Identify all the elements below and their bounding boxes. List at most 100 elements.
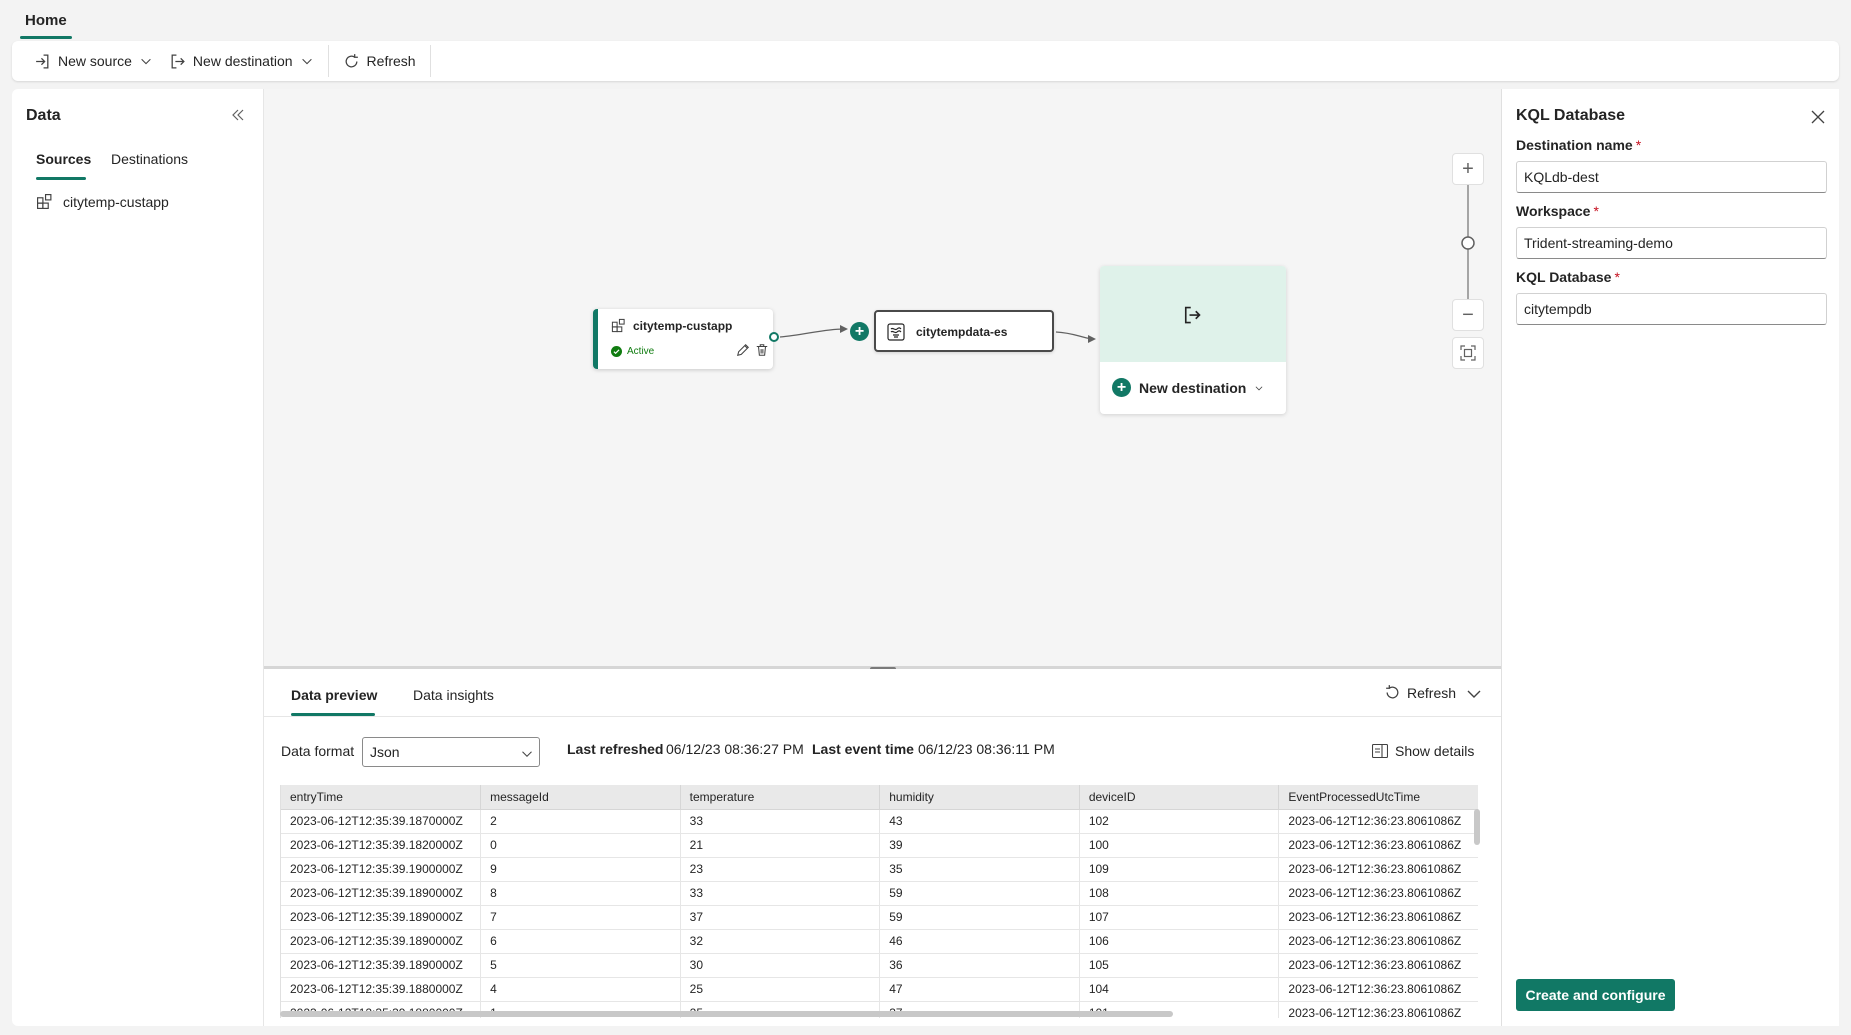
workspace-input[interactable]	[1516, 227, 1827, 259]
divider	[264, 716, 1501, 717]
table-cell: 104	[1079, 977, 1280, 1002]
table-row[interactable]: 2023-06-12T12:35:39.1890000Z 6 32 46 106 2023…	[281, 929, 1478, 954]
delete-icon[interactable]	[755, 342, 769, 358]
chevron-down-icon[interactable]	[1466, 686, 1482, 702]
column-header[interactable]: entryTime	[281, 785, 482, 810]
source-node-status: Active	[627, 346, 655, 357]
tab-sources[interactable]: Sources	[36, 151, 91, 167]
column-header[interactable]: messageId	[480, 785, 681, 810]
table-cell: 2023-06-12T12:35:39.1890000Z	[281, 881, 482, 906]
refresh-icon	[1386, 685, 1399, 699]
table-row[interactable]: 2023-06-12T12:35:39.1870000Z 2 33 43 102 2023…	[281, 809, 1478, 834]
last-refreshed-value: 06/12/23 08:36:27 PM	[666, 741, 804, 757]
new-destination-button[interactable]: New destination	[161, 41, 322, 81]
source-output-port[interactable]	[769, 332, 779, 342]
table-cell: 2023-06-12T12:36:23.8061086Z	[1278, 905, 1478, 930]
table-cell: 2023-06-12T12:36:23.8061086Z	[1278, 809, 1478, 834]
table-cell: 5	[480, 953, 681, 978]
table-cell: 102	[1079, 809, 1280, 834]
zoom-in-button[interactable]: +	[1452, 153, 1484, 185]
table-cell: 6	[480, 929, 681, 954]
table-row[interactable]: 2023-06-12T12:35:39.1880000Z 4 25 47 104 2023…	[281, 977, 1478, 1002]
last-event-value: 06/12/23 08:36:11 PM	[918, 741, 1055, 757]
table-cell: 2023-06-12T12:35:39.1890000Z	[281, 905, 482, 930]
tab-data-insights[interactable]: Data insights	[413, 687, 494, 703]
kql-database-input[interactable]	[1516, 293, 1827, 325]
table-cell: 37	[680, 905, 881, 930]
sign-in-icon	[36, 53, 49, 69]
show-details-button[interactable]: Show details	[1372, 743, 1474, 759]
eventstream-node[interactable]: citytempdata-es	[874, 310, 1054, 352]
new-destination-dropdown[interactable]: + New destination	[1112, 378, 1264, 397]
table-cell: 8	[480, 881, 681, 906]
table-cell: 59	[879, 905, 1080, 930]
table-cell: 33	[680, 809, 881, 834]
tab-home-indicator	[20, 36, 72, 39]
table-cell: 47	[879, 977, 1080, 1002]
new-source-button[interactable]: New source	[26, 41, 161, 81]
create-and-configure-button[interactable]: Create and configure	[1516, 979, 1675, 1011]
source-item-label: citytemp-custapp	[63, 193, 169, 210]
table-row[interactable]: 2023-06-12T12:35:39.1890000Z 5 30 36 105 2023…	[281, 953, 1478, 978]
source-node[interactable]: citytemp-custapp Active	[593, 309, 773, 369]
table-cell: 36	[879, 953, 1080, 978]
column-header[interactable]: deviceID	[1079, 785, 1280, 810]
workspace-label: Workspace *	[1516, 203, 1599, 219]
table-row[interactable]: 2023-06-12T12:35:39.1890000Z 8 33 59 108 2023…	[281, 881, 1478, 906]
refresh-label: Refresh	[366, 53, 416, 69]
data-format-select[interactable]: Json	[362, 737, 540, 767]
table-cell: 2023-06-12T12:36:23.8061086Z	[1278, 953, 1478, 978]
refresh-button[interactable]: Refresh	[335, 41, 424, 81]
table-cell: 105	[1079, 953, 1280, 978]
kql-database-panel: KQL Database Destination name* Workspace…	[1501, 89, 1839, 1026]
close-icon[interactable]	[1811, 110, 1825, 124]
column-header[interactable]: temperature	[680, 785, 881, 810]
table-cell: 2023-06-12T12:36:23.8061086Z	[1278, 977, 1478, 1002]
details-panel-icon	[1372, 744, 1388, 758]
table-row[interactable]: 2023-06-12T12:35:39.1900000Z 9 23 35 109 2023…	[281, 857, 1478, 882]
column-header[interactable]: EventProcessedUtcTime	[1278, 785, 1478, 810]
preview-refresh-button[interactable]: Refresh	[1384, 684, 1456, 701]
flow-canvas[interactable]: citytemp-custapp Active + citytempdata-e…	[264, 89, 1501, 666]
preview-refresh-label: Refresh	[1407, 684, 1457, 701]
table-row[interactable]: 2023-06-12T12:35:39.1890000Z 7 37 59 107 2023…	[281, 905, 1478, 930]
table-row[interactable]: 2023-06-12T12:35:39.1820000Z 0 21 39 100 2023…	[281, 833, 1478, 858]
source-item-citytemp-custapp[interactable]: citytemp-custapp	[36, 193, 169, 210]
tab-data-preview[interactable]: Data preview	[291, 687, 377, 703]
chevron-down-icon	[522, 751, 532, 757]
table-cell: 43	[879, 809, 1080, 834]
zoom-controls: + −	[1452, 153, 1484, 381]
fit-to-screen-button[interactable]	[1452, 337, 1484, 369]
toolbar-divider	[327, 45, 329, 77]
collapse-left-icon[interactable]	[230, 107, 246, 123]
sign-out-icon	[1184, 306, 1201, 324]
table-header-row: entryTime messageId temperature humidity…	[281, 785, 1478, 810]
table-cell: 2023-06-12T12:35:39.1890000Z	[281, 929, 482, 954]
table-cell: 100	[1079, 833, 1280, 858]
edit-icon[interactable]	[736, 343, 750, 357]
chevron-down-icon	[1255, 385, 1263, 390]
check-circle-icon	[611, 346, 622, 357]
top-tab-bar: Home	[0, 0, 1851, 40]
table-cell: 106	[1079, 929, 1280, 954]
horizontal-scrollbar[interactable]	[280, 1011, 1173, 1017]
zoom-out-button[interactable]: −	[1452, 299, 1484, 331]
sign-out-icon	[171, 53, 185, 69]
table-cell: 2023-06-12T12:35:39.1900000Z	[281, 857, 482, 882]
tab-home[interactable]: Home	[25, 12, 67, 29]
table-cell: 2023-06-12T12:35:39.1820000Z	[281, 833, 482, 858]
new-destination-node[interactable]: + New destination	[1100, 266, 1286, 414]
data-panel: Data Sources Destinations citytemp-custa…	[12, 89, 264, 1026]
plus-circle-icon: +	[1112, 378, 1131, 397]
destination-name-input[interactable]	[1516, 161, 1827, 193]
zoom-slider[interactable]	[1452, 185, 1484, 299]
table-cell: 23	[680, 857, 881, 882]
kql-database-label: KQL Database *	[1516, 269, 1620, 285]
eventstream-icon	[887, 323, 905, 341]
tab-destinations[interactable]: Destinations	[111, 151, 188, 167]
column-header[interactable]: humidity	[879, 785, 1080, 810]
table-cell: 59	[879, 881, 1080, 906]
table-cell: 7	[480, 905, 681, 930]
vertical-scrollbar[interactable]	[1474, 809, 1480, 845]
add-operation-button[interactable]: +	[850, 322, 869, 341]
